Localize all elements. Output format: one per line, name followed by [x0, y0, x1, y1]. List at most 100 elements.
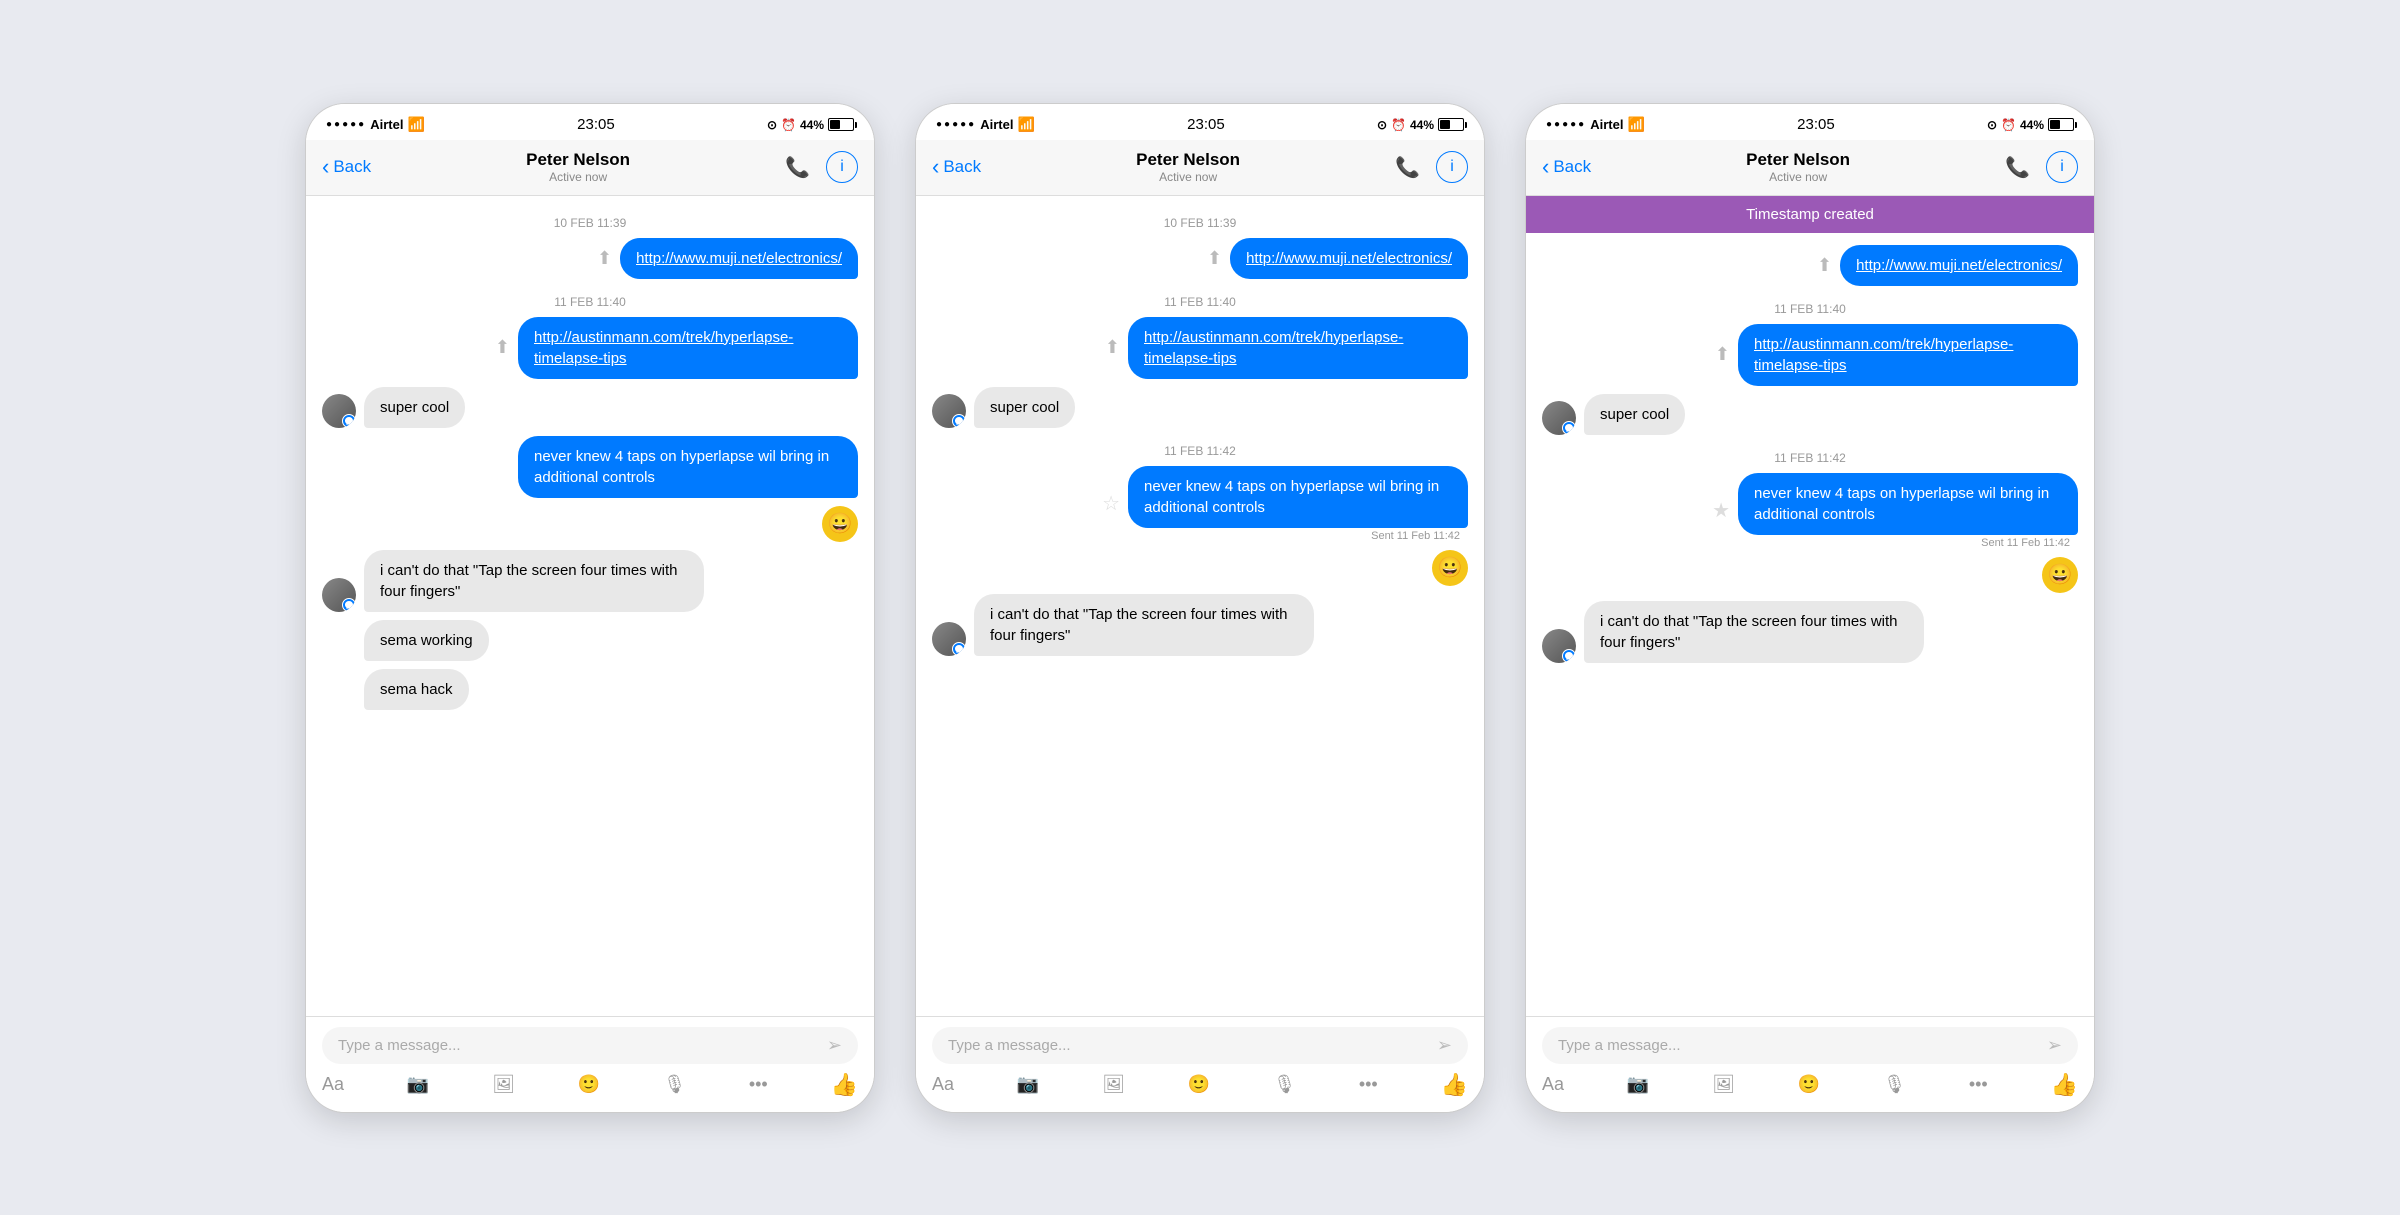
- share-icon-p2-2[interactable]: ⬆: [1105, 337, 1120, 358]
- camera-button-2[interactable]: 📷: [1017, 1074, 1039, 1095]
- ts-p3-2: 11 FEB 11:40: [1542, 302, 2078, 316]
- gps-icon: ⊙: [767, 118, 777, 132]
- msg-row-incoming-4: sema hack: [322, 669, 858, 710]
- back-label-3: Back: [1553, 157, 1591, 177]
- share-icon-p3-2[interactable]: ⬆: [1715, 344, 1730, 365]
- msg-placeholder-2[interactable]: Type a message...: [948, 1037, 1429, 1054]
- bubble-p2-outgoing-3: never knew 4 taps on hyperlapse wil brin…: [1128, 466, 1468, 528]
- info-button-2[interactable]: i: [1436, 151, 1468, 183]
- phone-icon-1[interactable]: 📞: [785, 155, 810, 180]
- more-button-3[interactable]: •••: [1969, 1074, 1988, 1095]
- send-icon-3[interactable]: ➢: [2047, 1035, 2062, 1056]
- back-label: Back: [333, 157, 371, 177]
- contact-name-1: Peter Nelson: [526, 150, 630, 170]
- status-left-3: ●●●●● Airtel 📶: [1546, 116, 1645, 133]
- bubble-incoming-1: super cool: [364, 387, 465, 428]
- avatar-2: [322, 578, 356, 612]
- link-text-p3-1: http://www.muji.net/electronics/: [1856, 257, 2062, 274]
- status-bar-1: ●●●●● Airtel 📶 23:05 ⊙ ⏰ 44%: [306, 104, 874, 140]
- thumb-button-1[interactable]: 👍: [831, 1072, 858, 1098]
- ts-p3-3: 11 FEB 11:42: [1542, 451, 2078, 465]
- sent-info-p3: Sent 11 Feb 11:42: [1981, 537, 2070, 549]
- ts-p2-1: 10 FEB 11:39: [932, 216, 1468, 230]
- star-icon-p3[interactable]: ★: [1712, 498, 1730, 523]
- avatar-p3-2: [1542, 629, 1576, 663]
- chat-area-1: 10 FEB 11:39 ⬆ http://www.muji.net/elect…: [306, 196, 874, 1016]
- bubble-incoming-4: sema hack: [364, 669, 469, 710]
- share-icon-1[interactable]: ⬆: [597, 248, 612, 269]
- share-icon-p3-1[interactable]: ⬆: [1817, 255, 1832, 276]
- back-button-2[interactable]: ‹ Back: [932, 154, 981, 180]
- bubble-p3-link-1[interactable]: http://www.muji.net/electronics/: [1840, 245, 2078, 286]
- alarm-icon-2: ⏰: [1391, 118, 1406, 132]
- msg-row-p2-outgoing-3: ☆ never knew 4 taps on hyperlapse wil br…: [932, 466, 1468, 542]
- msg-input-row-3: Type a message... ➢: [1542, 1027, 2078, 1064]
- nav-right-1: 📞 i: [785, 151, 858, 183]
- aa-button-1[interactable]: Aa: [322, 1074, 344, 1095]
- image-button-1[interactable]: 🖼: [492, 1074, 515, 1095]
- ts-1: 10 FEB 11:39: [322, 216, 858, 230]
- msg-placeholder-1[interactable]: Type a message...: [338, 1037, 819, 1054]
- msg-input-area-2: Type a message... ➢ Aa 📷 🖼 🙂 🎙 ••• 👍: [916, 1016, 1484, 1112]
- thumb-button-3[interactable]: 👍: [2051, 1072, 2078, 1098]
- bubble-link-1[interactable]: http://www.muji.net/electronics/: [620, 238, 858, 279]
- more-button-2[interactable]: •••: [1359, 1074, 1378, 1095]
- emoji-button-2[interactable]: 🙂: [1188, 1074, 1210, 1095]
- emoji-bubble-p2: 😀: [1432, 550, 1468, 586]
- back-button-3[interactable]: ‹ Back: [1542, 154, 1591, 180]
- emoji-row-p3: 😀: [1542, 557, 2078, 593]
- mic-button-2[interactable]: 🎙: [1273, 1074, 1296, 1095]
- nav-right-2: 📞 i: [1395, 151, 1468, 183]
- aa-button-3[interactable]: Aa: [1542, 1074, 1564, 1095]
- emoji-button-3[interactable]: 🙂: [1798, 1074, 1820, 1095]
- share-icon-2[interactable]: ⬆: [495, 337, 510, 358]
- msg-row-outgoing-3: never knew 4 taps on hyperlapse wil brin…: [322, 436, 858, 498]
- more-button-1[interactable]: •••: [749, 1074, 768, 1095]
- toolbar-2: Aa 📷 🖼 🙂 🎙 ••• 👍: [932, 1064, 1468, 1102]
- link-text-2: http://austinmann.com/trek/hyperlapse-ti…: [534, 329, 793, 367]
- info-button-1[interactable]: i: [826, 151, 858, 183]
- image-button-2[interactable]: 🖼: [1102, 1074, 1125, 1095]
- back-button-1[interactable]: ‹ Back: [322, 154, 371, 180]
- info-button-3[interactable]: i: [2046, 151, 2078, 183]
- contact-status-1: Active now: [526, 170, 630, 184]
- chevron-left-icon-2: ‹: [932, 154, 939, 180]
- msg-row-p3-outgoing-3: ★ never knew 4 taps on hyperlapse wil br…: [1542, 473, 2078, 549]
- share-icon-p2-1[interactable]: ⬆: [1207, 248, 1222, 269]
- thumb-button-2[interactable]: 👍: [1441, 1072, 1468, 1098]
- bubble-p2-link-1[interactable]: http://www.muji.net/electronics/: [1230, 238, 1468, 279]
- info-icon-2: i: [1450, 158, 1454, 176]
- chat-area-2: 10 FEB 11:39 ⬆ http://www.muji.net/elect…: [916, 196, 1484, 1016]
- camera-button-3[interactable]: 📷: [1627, 1074, 1649, 1095]
- mic-button-3[interactable]: 🎙: [1883, 1074, 1906, 1095]
- time-display-3: 23:05: [1797, 116, 1835, 133]
- image-button-3[interactable]: 🖼: [1712, 1074, 1735, 1095]
- emoji-row-p2: 😀: [932, 550, 1468, 586]
- status-right-2: ⊙ ⏰ 44%: [1377, 118, 1464, 132]
- camera-button-1[interactable]: 📷: [407, 1074, 429, 1095]
- bubble-link-2[interactable]: http://austinmann.com/trek/hyperlapse-ti…: [518, 317, 858, 379]
- bubble-p2-incoming-1: super cool: [974, 387, 1075, 428]
- emoji-button-1[interactable]: 🙂: [578, 1074, 600, 1095]
- star-icon-p2[interactable]: ☆: [1102, 491, 1120, 516]
- phone-icon-3[interactable]: 📞: [2005, 155, 2030, 180]
- mic-button-1[interactable]: 🎙: [663, 1074, 686, 1095]
- avatar-p2-1: [932, 394, 966, 428]
- alarm-icon-3: ⏰: [2001, 118, 2016, 132]
- contact-name-3: Peter Nelson: [1746, 150, 1850, 170]
- nav-contact-3: Peter Nelson Active now: [1746, 150, 1850, 184]
- msg-placeholder-3[interactable]: Type a message...: [1558, 1037, 2039, 1054]
- phone-icon-2[interactable]: 📞: [1395, 155, 1420, 180]
- emoji-bubble-p3: 😀: [2042, 557, 2078, 593]
- bubble-p3-link-2[interactable]: http://austinmann.com/trek/hyperlapse-ti…: [1738, 324, 2078, 386]
- nav-right-3: 📞 i: [2005, 151, 2078, 183]
- send-icon-1[interactable]: ➢: [827, 1035, 842, 1056]
- bubble-p3-outgoing-3: never knew 4 taps on hyperlapse wil brin…: [1738, 473, 2078, 535]
- bubble-p2-link-2[interactable]: http://austinmann.com/trek/hyperlapse-ti…: [1128, 317, 1468, 379]
- aa-button-2[interactable]: Aa: [932, 1074, 954, 1095]
- msg-row-outgoing-1: ⬆ http://www.muji.net/electronics/: [322, 238, 858, 279]
- gps-icon-2: ⊙: [1377, 118, 1387, 132]
- signal-dots-3: ●●●●●: [1546, 119, 1586, 130]
- send-icon-2[interactable]: ➢: [1437, 1035, 1452, 1056]
- battery-label-3: 44%: [2020, 118, 2044, 132]
